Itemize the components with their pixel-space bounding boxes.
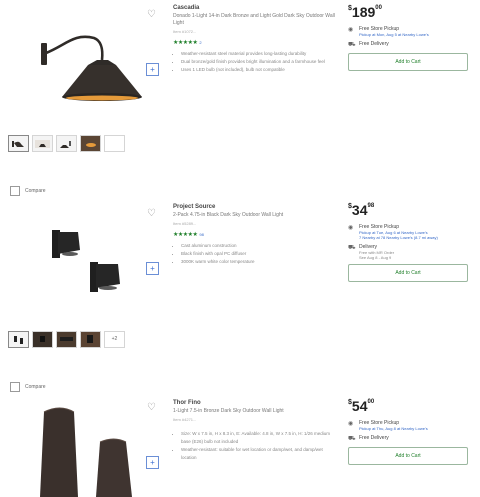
pickup-nearby[interactable]: 7 Nearby at 78 Nearby Lowe's (8.7 mi awa… <box>359 235 438 240</box>
compare-control[interactable]: Compare <box>10 382 46 392</box>
product-brand[interactable]: Thor Fino <box>173 400 338 406</box>
favorite-heart-icon[interactable]: ♡ <box>147 9 156 20</box>
compare-checkbox[interactable] <box>10 382 20 392</box>
add-to-cart-button[interactable]: Add to Cart <box>348 447 468 465</box>
truck-icon: ⛟ <box>348 436 356 442</box>
product-brand[interactable]: Project Source <box>173 204 338 210</box>
product-card: Compare ♡ + Thor Fino 1-Light 7.5-in Bro… <box>0 378 480 497</box>
delivery-title: Free Delivery <box>359 435 389 441</box>
thumbnail[interactable] <box>80 135 101 152</box>
compare-checkbox[interactable] <box>10 186 20 196</box>
pickup-detail[interactable]: Pickup at Mon, Aug 5 at Nearby Lowe's <box>359 32 429 37</box>
fulfillment-options: ◉ Free Store Pickup Pickup at Mon, Aug 5 … <box>348 26 468 49</box>
delivery-option[interactable]: ⛟ Free Delivery <box>348 41 468 49</box>
buy-box: $5400 ◉ Free Store Pickup Pickup at Thu, … <box>348 398 468 465</box>
product-info: Thor Fino 1-Light 7.5-in Bronze Dark Sky… <box>173 400 338 462</box>
feature-item: Black finish with opal PC diffuser <box>181 250 338 258</box>
add-to-list-button[interactable]: + <box>146 63 159 76</box>
favorite-heart-icon[interactable]: ♡ <box>147 208 156 219</box>
product-info: Project Source 2-Pack 4.75-in Black Dark… <box>173 204 338 266</box>
buy-box: $3498 ◉ Free Store Pickup Pickup at Tue, … <box>348 202 468 282</box>
product-title[interactable]: 1-Light 7.5-in Bronze Dark Sky Outdoor W… <box>173 408 338 415</box>
delivery-title: Free Delivery <box>359 41 389 47</box>
product-card: Compare ♡ + +2 Project Source 2-Pack 4.7… <box>0 182 480 362</box>
price: $5400 <box>348 398 375 414</box>
more-thumbnails-button[interactable]: +2 <box>104 331 125 348</box>
wall-light-pair-image <box>52 230 120 292</box>
feature-list: Cast aluminum construction Black finish … <box>173 242 338 266</box>
fulfillment-options: ◉ Free Store Pickup Pickup at Thu, Aug 8 … <box>348 420 468 443</box>
rating-count[interactable]: 98 <box>199 232 203 237</box>
thumbnail[interactable] <box>32 135 53 152</box>
add-to-list-button[interactable]: + <box>146 456 159 469</box>
thumbnail[interactable] <box>56 135 77 152</box>
feature-item: Uses 1 LED bulb (not included), bulb not… <box>181 66 338 74</box>
compare-label[interactable]: Compare <box>25 384 46 390</box>
thumbnail[interactable] <box>56 331 77 348</box>
feature-item: 3000K warm white color temperature <box>181 258 338 266</box>
rating-count[interactable]: 2 <box>199 40 201 45</box>
thumbnail[interactable] <box>80 331 101 348</box>
store-icon: ◉ <box>348 421 354 427</box>
price-cents: 98 <box>367 203 375 209</box>
product-card: ♡ + Cascadia Donado 1-Light 14-in Dark B… <box>0 0 480 170</box>
thumbnail[interactable] <box>104 135 125 152</box>
feature-item: Cast aluminum construction <box>181 242 338 250</box>
thumbnail[interactable] <box>32 331 53 348</box>
product-info: Cascadia Donado 1-Light 14-in Dark Bronz… <box>173 5 338 74</box>
price-dollars: 54 <box>351 398 368 414</box>
price: $3498 <box>348 202 375 218</box>
truck-icon: ⛟ <box>348 42 356 48</box>
add-to-list-button[interactable]: + <box>146 262 159 275</box>
fulfillment-options: ◉ Free Store Pickup Pickup at Tue, Aug 6 … <box>348 224 468 260</box>
store-icon: ◉ <box>348 225 354 231</box>
price: $18900 <box>348 4 382 20</box>
feature-list: Weather-resistant steel material provide… <box>173 50 338 74</box>
add-to-cart-button[interactable]: Add to Cart <box>348 53 468 71</box>
favorite-heart-icon[interactable]: ♡ <box>147 402 156 413</box>
cylinder-light-image <box>40 407 132 497</box>
barn-light-image <box>41 35 142 101</box>
pickup-option[interactable]: ◉ Free Store Pickup Pickup at Mon, Aug 5 … <box>348 26 468 37</box>
feature-item: Dual bronze/gold finish provides bright … <box>181 58 338 66</box>
product-brand[interactable]: Cascadia <box>173 5 338 11</box>
price-dollars: 189 <box>351 4 376 20</box>
price-cents: 00 <box>367 399 375 405</box>
store-icon: ◉ <box>348 27 354 33</box>
delivery-option[interactable]: ⛟ Delivery Free with MR Order See Aug 8 - … <box>348 244 468 260</box>
product-image[interactable] <box>8 5 165 132</box>
feature-item: Size: W x 7.5 in, H x 8.3 in, E: Availab… <box>181 430 338 446</box>
delivery-option[interactable]: ⛟ Free Delivery <box>348 435 468 443</box>
add-to-cart-button[interactable]: Add to Cart <box>348 264 468 282</box>
feature-item: Weather-resistant: suitable for wet loca… <box>181 446 338 462</box>
feature-list: Size: W x 7.5 in, H x 8.3 in, E: Availab… <box>173 430 338 462</box>
thumbnail[interactable] <box>8 331 29 348</box>
pickup-detail[interactable]: Pickup at Thu, Aug 8 at Nearby Lowe's <box>359 426 428 431</box>
pickup-option[interactable]: ◉ Free Store Pickup Pickup at Thu, Aug 8 … <box>348 420 468 431</box>
price-cents: 00 <box>375 5 382 11</box>
product-title[interactable]: 2-Pack 4.75-in Black Dark Sky Outdoor Wa… <box>173 212 338 219</box>
product-model: Item #1072... <box>173 29 197 34</box>
compare-label[interactable]: Compare <box>25 188 46 194</box>
delivery-date: See Aug 8 - Aug 9 <box>359 255 392 260</box>
feature-item: Weather-resistant steel material provide… <box>181 50 338 58</box>
thumbnail-strip: +2 <box>8 331 125 348</box>
rating-stars[interactable]: ★★★★★ 2 <box>173 39 338 46</box>
buy-box: $18900 ◉ Free Store Pickup Pickup at Mon,… <box>348 4 468 71</box>
product-title[interactable]: Donado 1-Light 14-in Dark Bronze and Lig… <box>173 13 338 27</box>
price-dollars: 34 <box>351 202 368 218</box>
rating-stars[interactable]: ★★★★★ 98 <box>173 231 338 238</box>
product-image[interactable] <box>8 398 165 497</box>
pickup-option[interactable]: ◉ Free Store Pickup Pickup at Tue, Aug 6 … <box>348 224 468 240</box>
product-model: Item #4271... <box>173 417 197 422</box>
product-model: Item #5289... <box>173 221 197 226</box>
thumbnail[interactable] <box>8 135 29 152</box>
truck-icon: ⛟ <box>348 245 356 251</box>
compare-control[interactable]: Compare <box>10 186 46 196</box>
thumbnail-strip <box>8 135 125 152</box>
product-image[interactable] <box>8 204 165 319</box>
